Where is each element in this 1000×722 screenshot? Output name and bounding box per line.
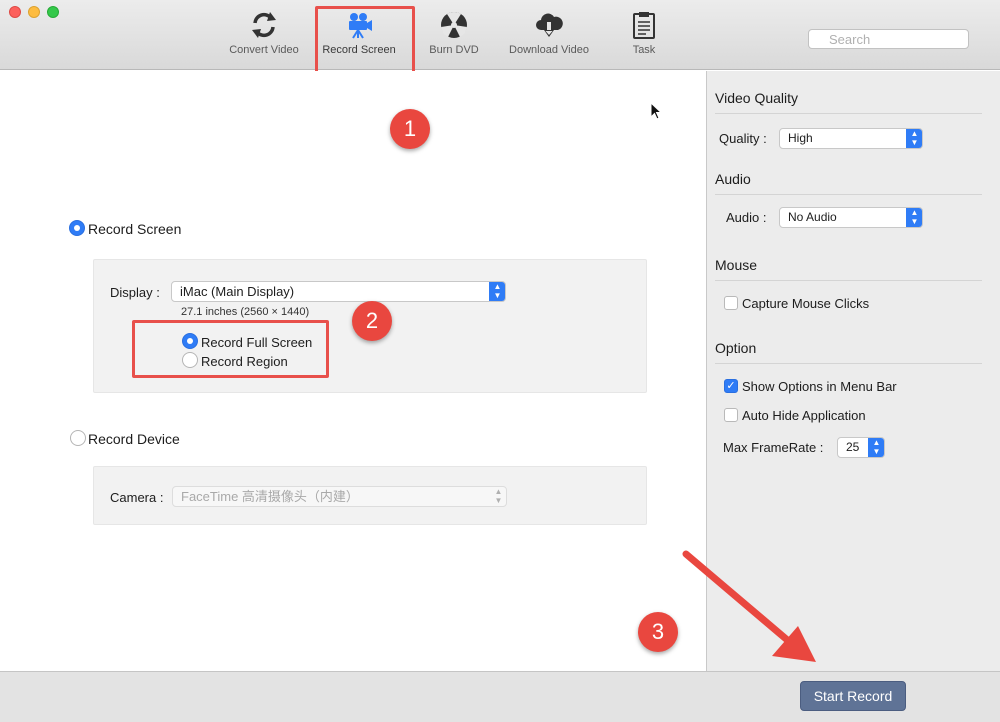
annotation-arrow	[682, 550, 816, 662]
capture-mouse-clicks-checkbox[interactable]	[724, 296, 738, 310]
divider	[715, 113, 982, 114]
minimize-window-button[interactable]	[28, 6, 40, 18]
audio-select-value: No Audio	[788, 210, 837, 224]
camera-select-value: FaceTime 高清摄像头（内建）	[181, 489, 359, 504]
record-region-radio[interactable]	[182, 352, 198, 368]
max-framerate-value: 25	[846, 440, 860, 454]
record-screen-label: Record Screen	[88, 221, 182, 237]
record-full-screen-radio[interactable]	[182, 333, 198, 349]
divider	[715, 363, 982, 364]
display-select-value: iMac (Main Display)	[180, 284, 295, 299]
mouse-pointer-icon	[650, 102, 662, 120]
show-options-menu-bar-checkbox[interactable]: ✓	[724, 379, 738, 393]
max-framerate-label: Max FrameRate :	[723, 440, 824, 455]
camera-select[interactable]: FaceTime 高清摄像头（内建） ▲ ▼	[172, 486, 507, 507]
record-screen-radio[interactable]	[69, 220, 85, 236]
radiation-disc-icon	[441, 11, 467, 38]
auto-hide-application-checkbox[interactable]	[724, 408, 738, 422]
chevron-up-down-icon: ▲ ▼	[906, 208, 922, 227]
clipboard-icon	[633, 12, 655, 39]
close-window-button[interactable]	[9, 6, 21, 18]
divider	[715, 280, 982, 281]
audio-title: Audio	[715, 171, 751, 187]
chevron-up-down-icon: ▲ ▼	[494, 487, 503, 505]
mouse-title: Mouse	[715, 257, 758, 273]
toolbar-download-video[interactable]: Download Video	[504, 10, 594, 56]
cloud-download-icon	[536, 13, 563, 37]
chevron-up-down-icon: ▲ ▼	[906, 129, 922, 148]
quality-select-value: High	[788, 131, 813, 145]
search-input[interactable]	[808, 29, 969, 49]
chevron-up-down-icon: ▲ ▼	[489, 282, 505, 301]
chevron-up-down-icon: ▲ ▼	[868, 438, 884, 457]
toolbar-convert-video[interactable]: Convert Video	[219, 10, 309, 56]
display-select[interactable]: iMac (Main Display) ▲ ▼	[171, 281, 506, 302]
show-options-menu-bar-label: Show Options in Menu Bar	[742, 379, 897, 394]
zoom-window-button[interactable]	[47, 6, 59, 18]
record-device-radio[interactable]	[70, 430, 86, 446]
checkmark-icon: ✓	[726, 380, 736, 392]
capture-mouse-clicks-label: Capture Mouse Clicks	[742, 296, 870, 311]
audio-label: Audio :	[726, 210, 767, 225]
toolbar: Convert Video Record Screen Burn DVD Dow…	[0, 0, 1000, 70]
record-device-label: Record Device	[88, 431, 180, 447]
toolbar-label: Task	[632, 44, 656, 56]
max-framerate-select[interactable]: 25 ▲ ▼	[837, 437, 885, 458]
quality-select[interactable]: High ▲ ▼	[779, 128, 923, 149]
toolbar-label: Burn DVD	[429, 44, 479, 56]
annotation-step-1: 1	[390, 109, 430, 149]
record-region-label: Record Region	[201, 354, 288, 369]
record-full-screen-label: Record Full Screen	[201, 335, 313, 350]
video-quality-title: Video Quality	[715, 90, 799, 106]
toolbar-burn-dvd[interactable]: Burn DVD	[409, 10, 499, 56]
camera-label: Camera :	[110, 490, 164, 505]
auto-hide-application-label: Auto Hide Application	[742, 408, 866, 423]
display-label: Display :	[110, 285, 160, 300]
display-info: 27.1 inches (2560 × 1440)	[181, 306, 310, 318]
audio-select[interactable]: No Audio ▲ ▼	[779, 207, 923, 228]
toolbar-label: Convert Video	[229, 44, 299, 56]
quality-label: Quality :	[719, 131, 767, 146]
annotation-highlight-record-screen	[315, 6, 415, 76]
start-record-button[interactable]: Start Record	[800, 681, 906, 711]
annotation-step-3: 3	[638, 612, 678, 652]
option-title: Option	[715, 340, 757, 356]
annotation-step-2: 2	[352, 301, 392, 341]
refresh-icon	[252, 12, 276, 38]
divider	[715, 194, 982, 195]
toolbar-task[interactable]: Task	[599, 10, 689, 56]
toolbar-label: Download Video	[509, 44, 589, 56]
